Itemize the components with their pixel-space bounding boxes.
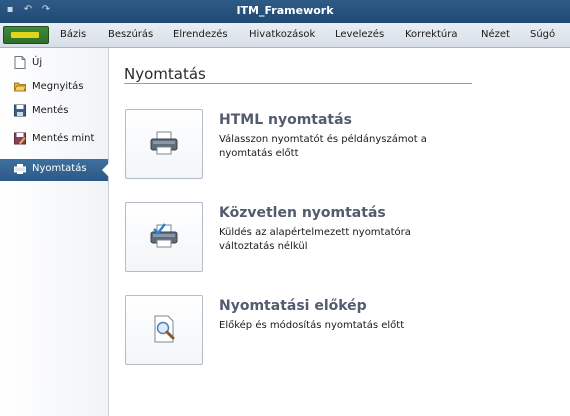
print-preview-button[interactable] <box>125 295 203 365</box>
sidebar-item-open[interactable]: Megnyitás <box>0 77 108 97</box>
tab-hivatkozasok[interactable]: Hivatkozások <box>249 29 315 40</box>
printer-check-icon <box>150 223 178 248</box>
printer-icon <box>14 164 26 174</box>
file-tab-icon <box>11 32 39 38</box>
print-preview-icon <box>154 315 175 343</box>
sidebar-item-save-as[interactable]: Mentés mint <box>0 129 108 149</box>
title-bar: ▪ ↶ ↷ ITM_Framework <box>0 0 570 23</box>
save-as-icon <box>14 132 26 145</box>
tab-sugo[interactable]: Súgó <box>530 29 555 40</box>
sidebar-item-label: Megnyitás <box>32 81 84 92</box>
printer-icon <box>150 131 178 155</box>
option-description: Előkép és módosítás nyomtatás előtt <box>219 320 405 331</box>
save-icon <box>14 104 26 117</box>
page-title: Nyomtatás <box>124 65 206 83</box>
option-title: HTML nyomtatás <box>219 112 352 128</box>
backstage-sidebar: Új Megnyitás Mentés Mentés mint Nyomtatá… <box>0 48 109 416</box>
direct-print-button[interactable] <box>125 202 203 272</box>
option-description: Küldés az alapértelmezett nyomtatóra vál… <box>219 227 411 252</box>
option-title: Nyomtatási előkép <box>219 298 367 314</box>
tab-korrektura[interactable]: Korrektúra <box>405 29 457 40</box>
option-title: Közvetlen nyomtatás <box>219 205 386 221</box>
sidebar-item-label: Nyomtatás <box>32 163 87 174</box>
tab-beszuras[interactable]: Beszúrás <box>108 29 153 40</box>
option-description: Válasszon nyomtatót és példányszámot a n… <box>219 134 427 159</box>
title-divider <box>124 83 472 84</box>
sidebar-item-label: Mentés <box>32 105 69 116</box>
sidebar-item-print[interactable]: Nyomtatás <box>0 159 109 181</box>
file-tab[interactable] <box>3 26 49 44</box>
tab-levelezes[interactable]: Levelezés <box>335 29 384 40</box>
window-title: ITM_Framework <box>236 4 334 17</box>
sidebar-item-save[interactable]: Mentés <box>0 101 108 121</box>
new-document-icon <box>14 56 26 69</box>
tab-bazis[interactable]: Bázis <box>60 29 86 40</box>
tab-elrendezes[interactable]: Elrendezés <box>173 29 228 40</box>
folder-open-icon <box>14 82 26 92</box>
tab-nezet[interactable]: Nézet <box>481 29 510 40</box>
sidebar-item-new[interactable]: Új <box>0 53 108 73</box>
sidebar-item-label: Mentés mint <box>32 133 95 144</box>
sidebar-item-label: Új <box>32 57 43 68</box>
ribbon-tabs: Bázis Beszúrás Elrendezés Hivatkozások L… <box>0 23 570 48</box>
html-print-button[interactable] <box>125 109 203 179</box>
